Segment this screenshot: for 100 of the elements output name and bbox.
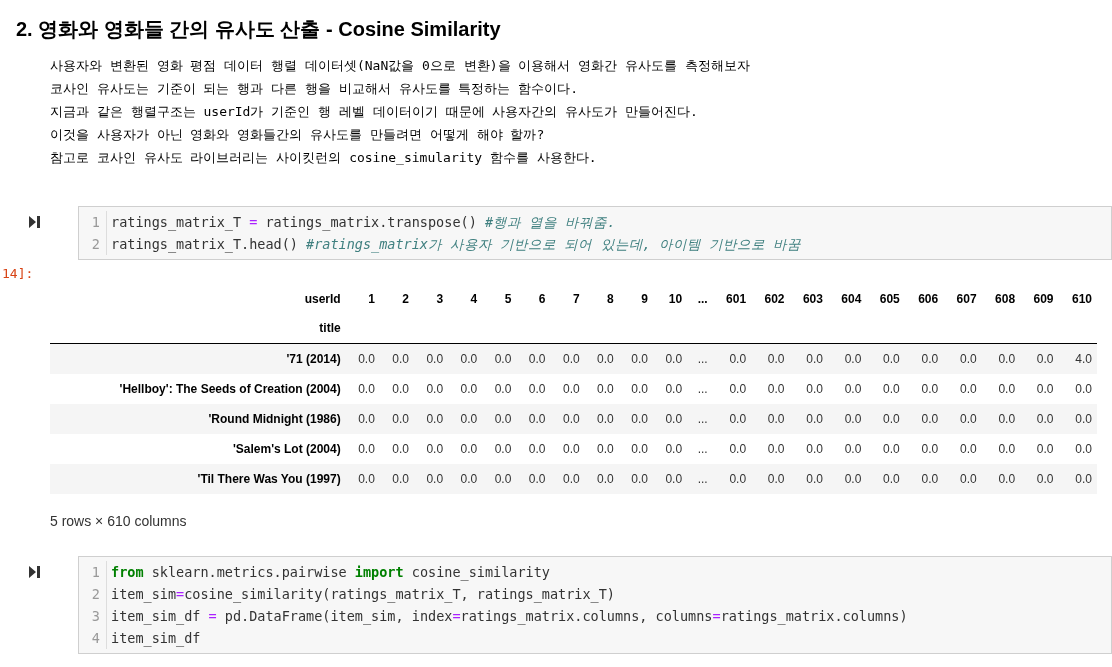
table-cell: 0.0 [482,403,517,434]
paragraph: 참고로 코사인 유사도 라이브러리는 사이킷런의 cosine_simularity 함수를 사용한다. [50,149,598,167]
table-cell: 0.0 [789,463,828,494]
paragraph: 이것을 사용자가 아닌 영화와 영화들간의 유사도를 만들려면 어떻게 해야 할까? [50,126,546,144]
header-cell-text: 7 [571,290,581,308]
table-cell: 0.0 [1020,463,1059,494]
table-cell: 0.0 [943,433,982,464]
table-cell: 0.0 [712,343,752,374]
table-cell: 0.0 [981,343,1021,374]
table-cell: 0.0 [789,373,828,404]
table-cell: 0.0 [866,463,905,494]
table-cell: 0.0 [345,343,380,374]
header-cell-text: userId [303,290,342,308]
table-cell: 0.0 [448,433,483,464]
header-cell-text: 603 [801,290,824,308]
table-cell: 0.0 [448,373,483,404]
table-cell: 0.0 [618,403,653,434]
table-cell: 0.0 [943,403,982,434]
paragraph: 사용자와 변환된 영화 평점 데이터 행렬 데이터셋(NaN값을 0으로 변환)을 이용해서 영화간 유사도를 측정해보자 [50,57,751,75]
table-cell: 0.0 [618,373,653,404]
table-cell: 0.0 [789,403,828,434]
line-number: 1 [79,211,107,233]
table-cell: 0.0 [379,343,414,374]
table-cell: 0.0 [584,463,619,494]
table-cell: 0.0 [789,433,828,464]
table-cell: 0.0 [751,343,790,374]
table-cell: 0.0 [1058,463,1097,494]
table-cell: 0.0 [712,373,752,404]
row-label: '71 (2014) [50,343,346,374]
table-cell: 0.0 [482,433,517,464]
header-cell: title [50,313,346,344]
table-cell: 0.0 [652,403,688,434]
table-cell: 0.0 [827,403,867,434]
table-cell: 0.0 [751,463,790,494]
table-cell: 0.0 [618,433,653,464]
table-cell: 0.0 [618,343,653,374]
table-cell: 0.0 [1058,403,1097,434]
header-cell-text: 10 [667,290,684,308]
table-cell: 0.0 [516,463,551,494]
table-cell: 0.0 [981,403,1021,434]
table-cell: 0.0 [981,373,1021,404]
table-cell: 0.0 [1020,373,1059,404]
table-cell: 0.0 [1020,433,1059,464]
table-cell: 4.0 [1058,343,1097,374]
table-cell: 0.0 [345,433,380,464]
table-cell: 0.0 [448,403,483,434]
table-cell: 0.0 [516,403,551,434]
table-cell: 0.0 [482,343,517,374]
table-cell: 0.0 [482,373,517,404]
table-cell: 0.0 [413,433,449,464]
code-cell[interactable]: 1 ratings_matrix_T = ratings_matrix.transpose() #행과 열을 바꿔줌. 2 ratings_matrix_T.head() #ratings_matrix가 사용자 기반으로 되어 있는데, 아이템 기반으로 바꿈 [78,206,1112,260]
line-number: 3 [79,604,107,627]
header-cell-text: 608 [994,290,1017,308]
table-cell: 0.0 [827,433,867,464]
table-cell: 0.0 [904,343,944,374]
table-cell: 0.0 [712,433,752,464]
run-icon[interactable] [29,216,40,228]
line-number: 4 [79,626,107,649]
paragraph: 지금과 같은 행렬구조는 userId가 기준인 행 레벨 데이터이기 때문에 사용자간의 유사도가 만들어진다. [50,103,699,121]
table-cell: 0.0 [943,373,982,404]
table-cell: ... [687,463,713,494]
header-cell-text: 1 [367,290,376,308]
section-heading: 2. 영화와 영화들 간의 유사도 산출 - Cosine Similarity [16,17,502,42]
table-cell: 0.0 [827,463,867,494]
table-cell: 0.0 [516,373,551,404]
table-cell: 0.0 [1020,343,1059,374]
table-cell: 0.0 [379,463,414,494]
table-cell: 0.0 [516,343,551,374]
table-cell: 0.0 [943,463,982,494]
code-cell[interactable] [78,555,1112,654]
header-cell-text: 609 [1032,290,1055,308]
table-cell: 0.0 [904,433,944,464]
table-cell: 0.0 [516,433,551,464]
table-cell: 0.0 [981,463,1021,494]
header-cell-text: 5 [503,290,513,308]
header-cell-text: 8 [606,290,615,308]
table-cell: 0.0 [413,343,449,374]
code-line: ratings_matrix_T = ratings_matrix.transpose() #행과 열을 바꿔줌. [110,213,616,233]
table-cell: 0.0 [413,373,449,404]
table-cell: 0.0 [1020,403,1059,434]
header-cell-text: 601 [725,290,748,308]
table-cell: 0.0 [550,403,585,434]
run-icon[interactable] [29,565,40,578]
table-cell: 0.0 [866,343,905,374]
line-number: 1 [79,560,107,583]
table-cell: 0.0 [379,403,414,434]
table-cell: 0.0 [712,463,752,494]
header-cell-text: 610 [1070,290,1093,308]
table-cell: 0.0 [652,373,688,404]
header-cell-text: 9 [640,290,649,308]
header-cell-text: 605 [878,290,901,308]
table-cell: 0.0 [379,433,414,464]
header-cell-text: 3 [435,290,445,308]
table-cell: 0.0 [550,463,585,494]
code-line: item_sim_df [110,628,201,649]
header-cell-text: 2 [401,290,410,308]
table-cell: 0.0 [1058,373,1097,404]
table-cell: ... [687,373,713,404]
table-cell: ... [687,343,713,374]
row-label: 'Round Midnight (1986) [50,403,346,434]
